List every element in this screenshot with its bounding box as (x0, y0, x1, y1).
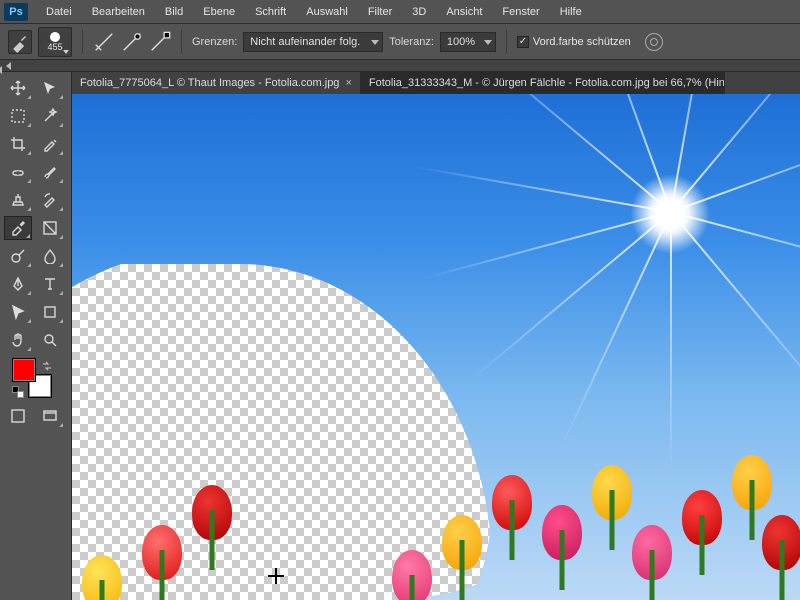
sun-ray-icon (420, 211, 672, 280)
menu-help[interactable]: Hilfe (552, 4, 590, 20)
close-icon[interactable]: × (345, 77, 351, 89)
document-tab[interactable]: Fotolia_31333343_M - © Jürgen Fälchle - … (361, 72, 725, 94)
chevron-down-icon (63, 50, 69, 54)
document-tab-label: Fotolia_31333343_M - © Jürgen Fälchle - … (369, 77, 725, 89)
hand-tool[interactable] (4, 328, 32, 352)
menu-type[interactable]: Schrift (247, 4, 294, 20)
tools-panel (0, 72, 72, 600)
gradient-tool[interactable] (36, 216, 64, 240)
blur-tool[interactable] (36, 244, 64, 268)
menu-bar: Ps Datei Bearbeiten Bild Ebene Schrift A… (0, 0, 800, 24)
menu-edit[interactable]: Bearbeiten (84, 4, 153, 20)
tolerance-dropdown[interactable]: 100% (440, 32, 496, 52)
sampling-swatch-icon[interactable] (149, 31, 171, 53)
history-brush-tool[interactable] (36, 188, 64, 212)
separator (82, 30, 83, 54)
magic-wand-tool[interactable] (36, 104, 64, 128)
sampling-continuous-icon[interactable] (93, 31, 115, 53)
chevron-down-icon (484, 40, 492, 45)
flower-icon (192, 485, 232, 540)
flower-icon (542, 505, 582, 560)
dodge-tool[interactable] (4, 244, 32, 268)
clone-stamp-tool[interactable] (4, 188, 32, 212)
menu-view[interactable]: Ansicht (438, 4, 490, 20)
move-tool[interactable] (4, 76, 32, 100)
tolerance-label: Toleranz: (389, 36, 434, 48)
protect-foreground-checkbox[interactable]: ✓ Vord.farbe schützen (517, 36, 631, 48)
default-colors-icon[interactable] (12, 386, 24, 398)
pen-tool[interactable] (4, 272, 32, 296)
sun-ray-icon (670, 212, 672, 472)
screen-mode-tool[interactable] (36, 404, 64, 428)
document-tabs: Fotolia_7775064_L © Thaut Images - Fotol… (72, 72, 800, 94)
pressure-target-icon[interactable] (645, 33, 663, 51)
flower-icon (392, 550, 432, 600)
flower-icon (682, 490, 722, 545)
flower-icon (492, 475, 532, 530)
brush-tool[interactable] (36, 160, 64, 184)
type-tool[interactable] (36, 272, 64, 296)
quick-mask-tool[interactable] (4, 404, 32, 428)
menu-select[interactable]: Auswahl (298, 4, 356, 20)
crop-tool[interactable] (4, 132, 32, 156)
current-tool-icon[interactable] (8, 30, 32, 54)
protect-foreground-label: Vord.farbe schützen (533, 36, 631, 48)
separator (506, 30, 507, 54)
sun-ray-icon (415, 166, 671, 213)
limits-label: Grenzen: (192, 36, 237, 48)
swap-colors-icon[interactable] (42, 358, 52, 368)
foreground-color-swatch[interactable] (12, 358, 36, 382)
canvas-content (72, 94, 800, 600)
separator (181, 30, 182, 54)
menu-filter[interactable]: Filter (360, 4, 400, 20)
shape-tool[interactable] (36, 300, 64, 324)
sun-ray-icon (560, 212, 672, 448)
main-area: Fotolia_7775064_L © Thaut Images - Fotol… (0, 72, 800, 600)
crosshair-cursor-icon (268, 568, 284, 584)
brush-size-value: 455 (47, 42, 62, 52)
document-tab[interactable]: Fotolia_7775064_L © Thaut Images - Fotol… (72, 72, 361, 94)
flower-icon (142, 525, 182, 580)
flower-icon (762, 515, 800, 570)
tolerance-value: 100% (447, 36, 475, 48)
artboard-tool[interactable] (36, 76, 64, 100)
panel-collapse-bar[interactable] (0, 60, 800, 72)
sampling-once-icon[interactable] (121, 31, 143, 53)
path-selection-tool[interactable] (4, 300, 32, 324)
flower-icon (632, 525, 672, 580)
menu-layer[interactable]: Ebene (195, 4, 243, 20)
app-logo-icon: Ps (4, 3, 28, 21)
brush-preview-icon (50, 32, 60, 42)
flower-icon (82, 555, 122, 600)
document-area: Fotolia_7775064_L © Thaut Images - Fotol… (72, 72, 800, 600)
healing-brush-tool[interactable] (4, 160, 32, 184)
checkbox-icon: ✓ (517, 36, 529, 48)
limits-dropdown[interactable]: Nicht aufeinander folg. (243, 32, 383, 52)
canvas-viewport[interactable] (72, 94, 800, 600)
menu-image[interactable]: Bild (157, 4, 191, 20)
double-chevron-left-icon (6, 62, 11, 70)
chevron-down-icon (371, 40, 379, 45)
flower-icon (592, 465, 632, 520)
flower-icon (442, 515, 482, 570)
document-tab-label: Fotolia_7775064_L © Thaut Images - Fotol… (80, 77, 339, 89)
background-eraser-tool[interactable] (4, 216, 32, 240)
menu-3d[interactable]: 3D (404, 4, 434, 20)
menu-window[interactable]: Fenster (494, 4, 547, 20)
flower-icon (732, 455, 772, 510)
eyedropper-tool[interactable] (36, 132, 64, 156)
marquee-tool[interactable] (4, 104, 32, 128)
limits-value: Nicht aufeinander folg. (250, 36, 360, 48)
zoom-tool[interactable] (36, 328, 64, 352)
menu-file[interactable]: Datei (38, 4, 80, 20)
brush-preset-picker[interactable]: 455 (38, 27, 72, 57)
options-bar: 455 Grenzen: Nicht aufeinander folg. Tol… (0, 24, 800, 60)
color-swatches[interactable] (12, 358, 52, 398)
